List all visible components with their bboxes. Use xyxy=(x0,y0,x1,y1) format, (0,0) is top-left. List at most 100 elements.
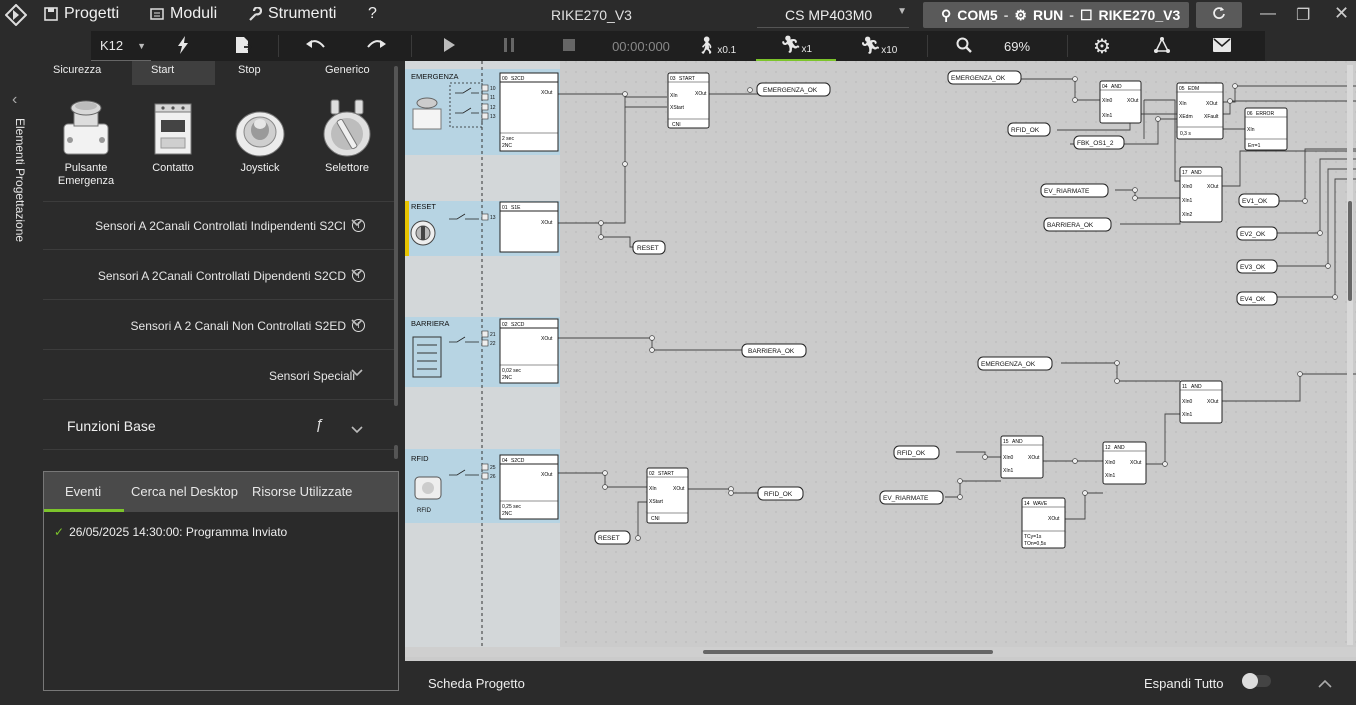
fast-run-icon: 🏃︎ xyxy=(859,36,882,55)
error-block[interactable]: 06 ERROR XIn Err=1 xyxy=(1244,107,1288,151)
block-param: 2 sec xyxy=(502,136,514,142)
canvas-vscroll-track[interactable] xyxy=(1347,65,1353,645)
function-block-reset[interactable]: 01 S1E XOut xyxy=(499,201,559,253)
canvas-hscroll-thumb[interactable] xyxy=(703,650,993,654)
redo-button[interactable] xyxy=(361,31,391,61)
tab-eventi[interactable]: Eventi xyxy=(65,484,101,499)
export-button[interactable] xyxy=(229,31,257,61)
tab-risorse[interactable]: Risorse Utilizzate xyxy=(252,484,352,499)
and-block-04[interactable]: 04 AND XIn0 XIn1 XOut xyxy=(1099,80,1142,124)
palette-scrollbar-lower[interactable] xyxy=(394,445,398,459)
input-label-barriera: BARRIERA xyxy=(411,319,449,328)
settings-button[interactable]: ⚙ xyxy=(1089,31,1115,61)
accordion-funzioni-base[interactable]: Funzioni Base ƒ xyxy=(43,402,395,450)
event-text: 26/05/2025 14:30:00: Programma Inviato xyxy=(69,525,288,539)
palette-item-contact[interactable]: Contatto xyxy=(133,98,213,174)
accordion-s2cd[interactable]: Sensori A 2Canali Controllati Dipendenti… xyxy=(43,252,395,300)
category-tab-start[interactable]: Start xyxy=(151,64,174,76)
close-icon[interactable]: ✕ xyxy=(1334,3,1349,24)
speed-slow-button[interactable]: 🚶︎ x0.1 xyxy=(691,31,741,61)
palette-item-selector[interactable]: Selettore xyxy=(307,98,387,174)
tag-label: RESET xyxy=(598,535,620,542)
palette-item-emergency-button[interactable]: Pulsante Emergenza xyxy=(46,98,126,188)
zoom-button[interactable] xyxy=(951,31,977,61)
minimize-icon[interactable]: — xyxy=(1260,5,1276,23)
diagram-svg[interactable]: EMERGENZA RESET BARRIERA RFID RFID 10 11… xyxy=(405,61,1356,661)
menu-help-label: ? xyxy=(368,5,377,22)
flash-button[interactable] xyxy=(169,31,197,61)
block-out-label: XOut xyxy=(541,90,553,96)
menu-projects[interactable]: Progetti xyxy=(44,5,119,23)
status-port: COM5 xyxy=(957,7,998,23)
category-tab-generico[interactable]: Generico xyxy=(325,64,370,76)
input-label-emergenza: EMERGENZA xyxy=(411,72,459,81)
category-tab-sicurezza[interactable]: Sicurezza xyxy=(53,64,101,76)
play-icon xyxy=(443,37,455,55)
menu-tools-label: Strumenti xyxy=(268,5,337,22)
collapse-left-icon[interactable]: ‹ xyxy=(12,91,17,109)
speed-fast-button[interactable]: 🏃︎ x10 xyxy=(856,31,901,61)
palette-item-joystick[interactable]: Joystick xyxy=(220,98,300,174)
device-select[interactable]: CS MP403M0 ▼ xyxy=(757,3,909,28)
gear-icon: ⚙ xyxy=(1093,35,1111,58)
mail-button[interactable] xyxy=(1209,31,1235,61)
terminal-label: 10 xyxy=(490,86,496,92)
tag-label: EMERGENZA_OK xyxy=(951,75,1006,82)
undo-button[interactable] xyxy=(301,31,331,61)
project-sheet-label[interactable]: Scheda Progetto xyxy=(428,676,525,691)
block-pin: XIn1 xyxy=(1182,412,1193,418)
tag-label: EV_RIARMATE xyxy=(1044,188,1090,195)
function-block-rfid[interactable]: 04 S2CD XOut 0,25 sec 2NC xyxy=(499,454,559,520)
function-block-emergenza[interactable]: 00 S2CD XOut 2 sec 2NC xyxy=(499,72,559,152)
start-block-1[interactable]: 03 START XIn XStart XOut CNI xyxy=(667,72,710,129)
block-pin: XIn0 xyxy=(1003,455,1014,461)
accordion-s2ci[interactable]: Sensori A 2Canali Controllati Indipenden… xyxy=(43,202,395,250)
speed-normal-button[interactable]: 🏃︎ x1 xyxy=(756,31,836,61)
play-button[interactable] xyxy=(436,31,462,61)
pause-button[interactable] xyxy=(496,31,522,61)
tag-label: RESET xyxy=(637,245,659,252)
restore-icon[interactable]: ❐ xyxy=(1296,5,1310,25)
function-block-barriera[interactable]: 02 S2CD XOut 0,02 sec 2NC xyxy=(499,318,559,384)
run-icon: 🏃︎ xyxy=(779,35,802,54)
start-block-2[interactable]: 02 START XIn XStart XOut CNI xyxy=(646,467,689,524)
block-type: START xyxy=(679,76,695,82)
accordion-s2ed[interactable]: Sensori A 2 Canali Non Controllati S2ED i xyxy=(43,302,395,350)
tag-label: RFID_OK xyxy=(764,491,793,498)
and-block-11[interactable]: 11 AND XIn0 XIn1 XOut xyxy=(1179,380,1223,424)
menu-help[interactable]: ? xyxy=(368,5,377,23)
accordion-special[interactable]: Sensori Speciali xyxy=(43,352,395,400)
contact-icon xyxy=(133,98,213,162)
menu-modules[interactable]: Moduli xyxy=(150,5,217,23)
and-block-15[interactable]: 15 AND XIn0 XIn1 XOut xyxy=(1000,435,1044,479)
block-type: S2CD xyxy=(511,458,525,464)
tag-label: EV3_OK xyxy=(1240,264,1266,271)
expand-all-toggle[interactable] xyxy=(1242,673,1271,689)
diagram-canvas[interactable]: EMERGENZA RESET BARRIERA RFID RFID 10 11… xyxy=(405,61,1356,661)
canvas-vscroll-thumb[interactable] xyxy=(1348,201,1352,301)
pause-icon xyxy=(503,37,515,55)
block-type: S2CD xyxy=(511,76,525,82)
chevron-up-icon[interactable] xyxy=(1318,675,1332,693)
stop-icon xyxy=(563,38,575,54)
tab-cerca-desktop[interactable]: Cerca nel Desktop xyxy=(131,484,238,499)
and-block-17[interactable]: 17 AND XIn0 XIn1 XIn2 XOut xyxy=(1179,166,1223,223)
palette-item-label: Selettore xyxy=(324,162,370,174)
events-panel: Eventi Cerca nel Desktop Risorse Utilizz… xyxy=(43,471,399,691)
block-param: 0,02 sec xyxy=(502,368,521,374)
edm-block[interactable]: 05 EDM XIn XEdm XOut XFault 0,3 s xyxy=(1176,82,1224,140)
usb-icon: ⚲ xyxy=(941,6,952,23)
menu-tools[interactable]: Strumenti xyxy=(247,5,336,23)
refresh-button[interactable] xyxy=(1196,2,1242,28)
model-select[interactable]: K12 ▼ xyxy=(91,31,151,61)
and-block-12[interactable]: 12 AND XIn0 XIn1 XOut xyxy=(1102,441,1147,485)
network-button[interactable] xyxy=(1149,31,1175,61)
palette-item-label: Pulsante Emergenza xyxy=(57,162,115,187)
connection-status[interactable]: ⚲ COM5 - ⚙ RUN - ☐ RIKE270_V3 xyxy=(923,2,1189,28)
category-tab-stop[interactable]: Stop xyxy=(238,64,261,76)
block-pin: XStart xyxy=(649,499,664,505)
chevron-down-icon xyxy=(351,316,363,330)
palette-scrollbar[interactable] xyxy=(394,66,398,406)
stop-button[interactable] xyxy=(556,31,582,61)
wave-block[interactable]: 14 WAVE XOut TCy=1s TOn=0,5s xyxy=(1021,497,1066,549)
